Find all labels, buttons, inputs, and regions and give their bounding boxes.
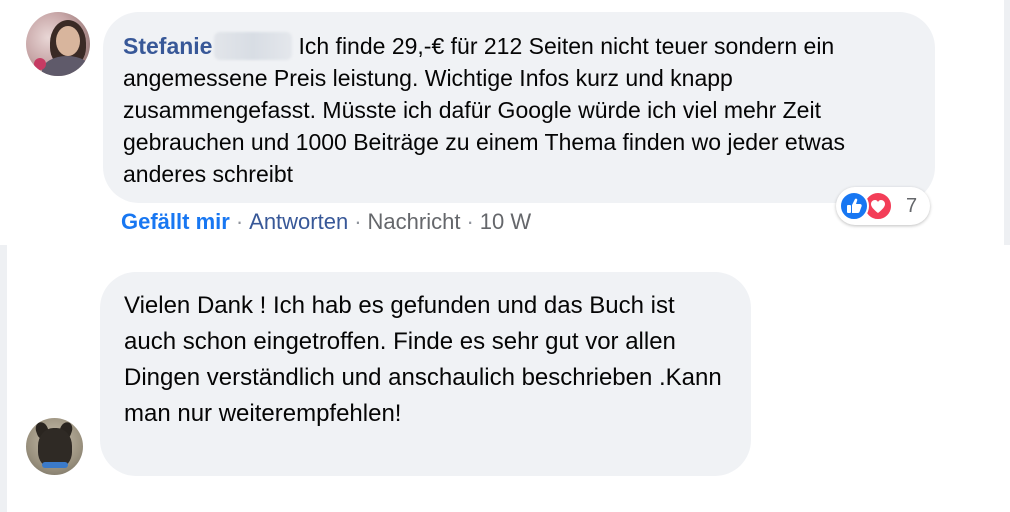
separator: · bbox=[235, 209, 244, 234]
avatar-face bbox=[56, 26, 80, 56]
separator: · bbox=[466, 209, 474, 234]
left-edge-lower bbox=[0, 245, 7, 512]
redacted-name bbox=[214, 32, 293, 60]
comment-bubble: Stefanie Ich finde 29,-€ für 212 Seiten n… bbox=[103, 12, 935, 203]
avatar[interactable] bbox=[26, 418, 83, 475]
comment-author[interactable]: Stefanie bbox=[123, 33, 212, 59]
comment-bubble: Vielen Dank ! Ich hab es gefunden und da… bbox=[100, 272, 751, 476]
reply-button[interactable]: Antworten bbox=[249, 209, 348, 234]
timestamp[interactable]: 10 W bbox=[480, 209, 531, 234]
avatar-dog-collar bbox=[42, 462, 68, 468]
comment-text: Vielen Dank ! Ich hab es gefunden und da… bbox=[124, 292, 722, 427]
reaction-count: 7 bbox=[906, 195, 918, 217]
avatar-flower bbox=[34, 58, 46, 70]
message-button[interactable]: Nachricht bbox=[368, 209, 461, 234]
comment-actions: Gefällt mir · Antworten · Nachricht · 10 W bbox=[121, 207, 531, 237]
separator: · bbox=[354, 209, 362, 234]
avatar[interactable] bbox=[26, 12, 90, 76]
like-button[interactable]: Gefällt mir bbox=[121, 209, 230, 234]
reactions-summary[interactable]: 7 bbox=[836, 187, 930, 225]
right-edge bbox=[1004, 0, 1010, 245]
comment-body: Stefanie Ich finde 29,-€ für 212 Seiten n… bbox=[123, 30, 915, 190]
like-icon bbox=[839, 191, 869, 221]
avatar-body bbox=[42, 56, 90, 76]
